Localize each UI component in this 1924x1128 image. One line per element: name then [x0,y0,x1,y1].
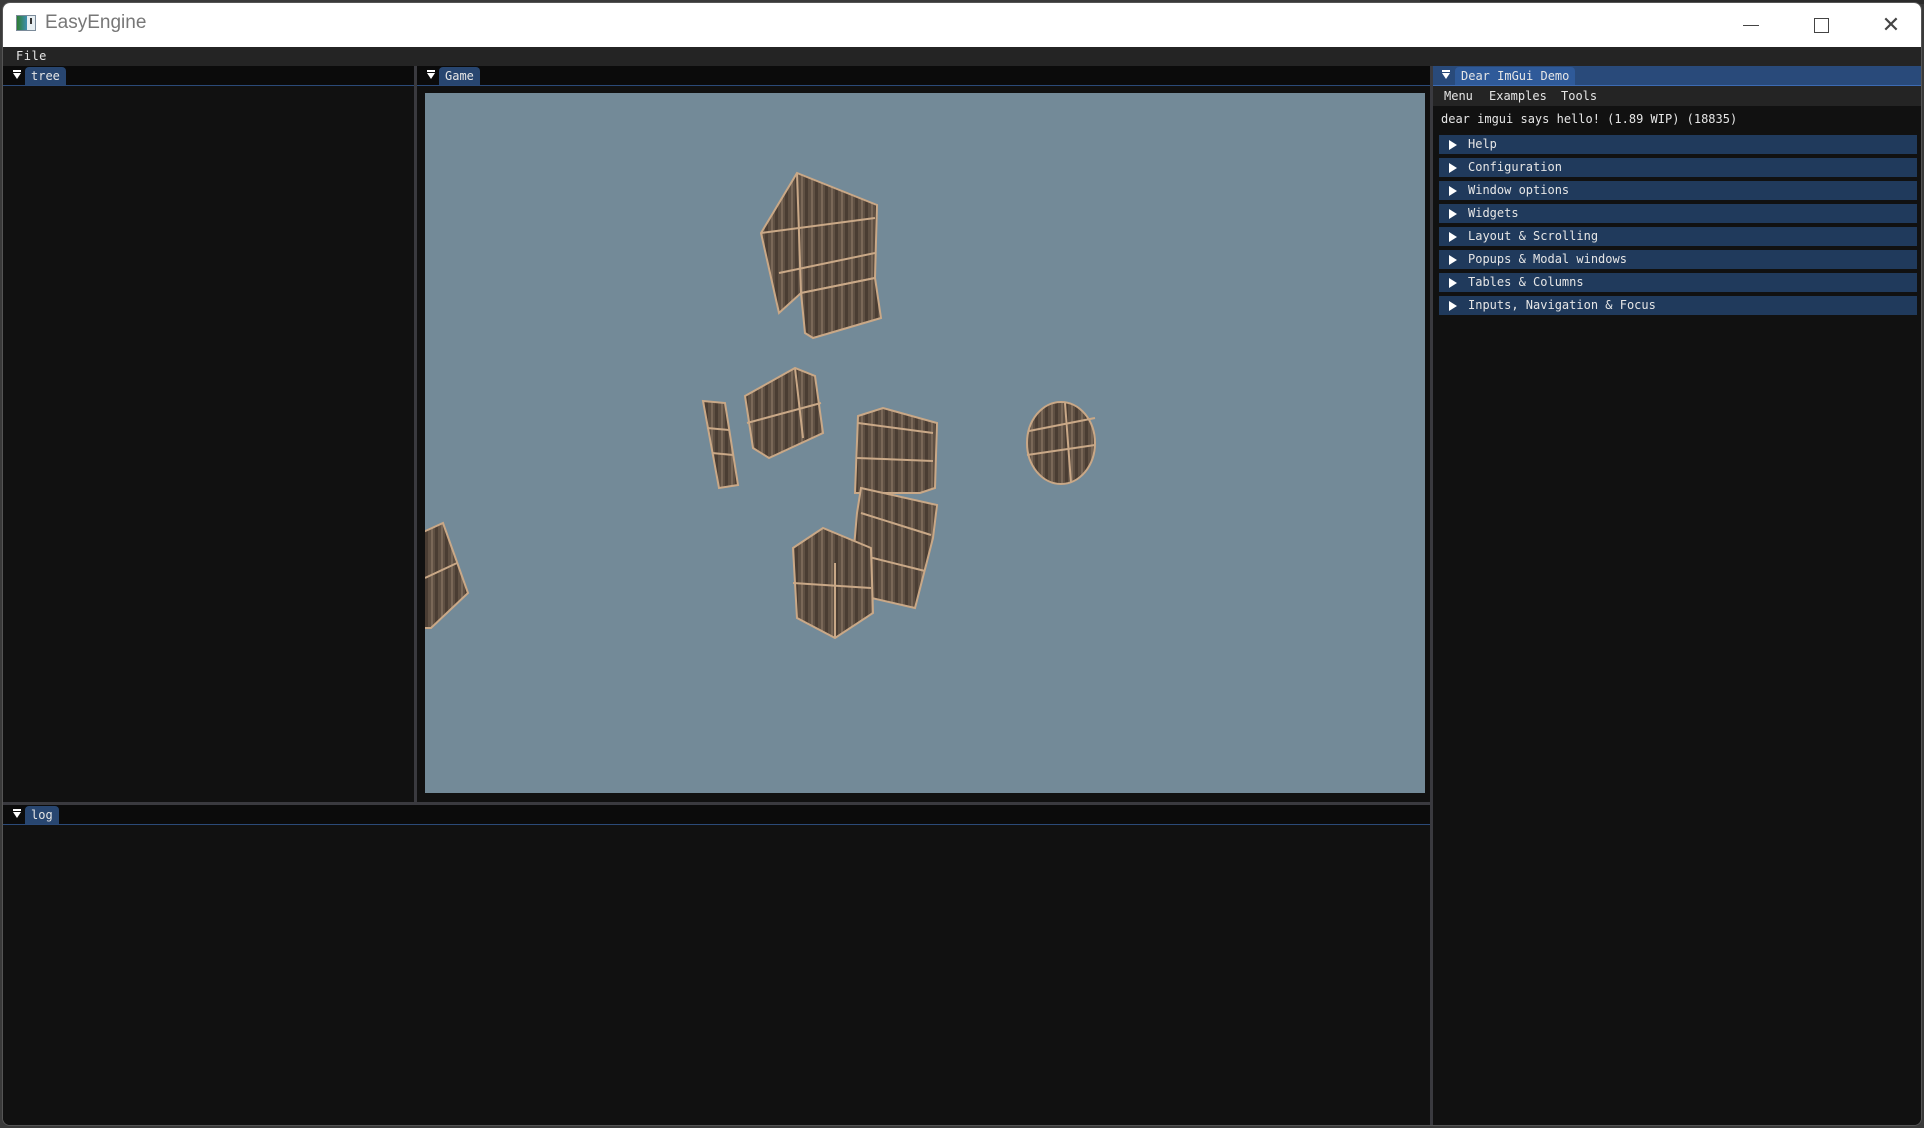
menu-file[interactable]: File [16,49,47,63]
demo-menu-examples[interactable]: Examples [1489,89,1547,103]
section-label: Tables & Columns [1468,275,1584,289]
demo-menu-tools[interactable]: Tools [1561,89,1597,103]
crate [853,406,939,494]
collapsed-arrow-icon [1449,278,1457,288]
section-layout-scrolling[interactable]: Layout & Scrolling [1439,227,1917,246]
section-inputs-navigation-focus[interactable]: Inputs, Navigation & Focus [1439,296,1917,315]
section-label: Window options [1468,183,1570,197]
section-popups-modal[interactable]: Popups & Modal windows [1439,250,1917,269]
crate [791,526,875,640]
maximize-icon [1813,17,1829,33]
minimize-icon [1743,24,1759,26]
window-menu-arrow-icon[interactable] [12,69,22,81]
section-label: Widgets [1468,206,1519,220]
scene-render [425,171,1096,640]
collapsed-arrow-icon [1449,163,1457,173]
tree-panel: tree [3,66,414,802]
maximize-button[interactable] [1788,3,1854,47]
section-label: Inputs, Navigation & Focus [1468,298,1656,312]
collapsed-arrow-icon [1449,232,1457,242]
section-help[interactable]: Help [1439,135,1917,154]
collapsed-arrow-icon [1449,255,1457,265]
collapsed-arrow-icon [1449,301,1457,311]
tab-log[interactable]: log [25,806,59,824]
window-title: EasyEngine [45,12,147,33]
window-menu-arrow-icon[interactable] [426,69,436,81]
crate [743,366,825,460]
game-viewport[interactable] [425,93,1425,793]
section-label: Popups & Modal windows [1468,252,1627,266]
hello-text: dear imgui says hello! (1.89 WIP) (18835… [1441,112,1738,126]
log-panel: log [3,805,1430,1125]
section-configuration[interactable]: Configuration [1439,158,1917,177]
tab-game[interactable]: Game [439,67,480,85]
crate [701,399,740,490]
tab-dear-imgui-demo[interactable]: Dear ImGui Demo [1455,67,1576,85]
app-window: EasyEngine ✕ File tree Game log Dear ImG… [2,2,1922,1126]
main-menubar: File [3,47,1921,66]
minimize-button[interactable] [1718,3,1784,47]
collapsed-arrow-icon [1449,186,1457,196]
section-label: Help [1468,137,1497,151]
crate [759,171,883,340]
game-panel: Game [417,66,1430,802]
title-bar[interactable]: EasyEngine ✕ [3,3,1921,47]
app-icon [16,15,36,31]
log-tabbar: log [3,805,1430,825]
demo-menu-menu[interactable]: Menu [1444,89,1473,103]
game-tabbar: Game [417,66,1430,86]
demo-tabbar: Dear ImGui Demo [1433,66,1921,86]
section-label: Configuration [1468,160,1562,174]
section-tables-columns[interactable]: Tables & Columns [1439,273,1917,292]
imgui-demo-panel: Dear ImGui Demo Menu Examples Tools dear… [1433,66,1921,1125]
barrel [1026,401,1096,485]
section-widgets[interactable]: Widgets [1439,204,1917,223]
tree-tabbar: tree [3,66,414,86]
section-window-options[interactable]: Window options [1439,181,1917,200]
window-menu-arrow-icon[interactable] [12,808,22,820]
crate-partial [425,521,470,629]
close-button[interactable]: ✕ [1858,3,1921,47]
window-menu-arrow-icon[interactable] [1441,69,1451,81]
tab-tree[interactable]: tree [25,67,66,85]
collapsed-arrow-icon [1449,140,1457,150]
demo-menubar: Menu Examples Tools [1433,86,1921,106]
section-label: Layout & Scrolling [1468,229,1599,243]
close-icon: ✕ [1881,12,1901,38]
collapsed-arrow-icon [1449,209,1457,219]
